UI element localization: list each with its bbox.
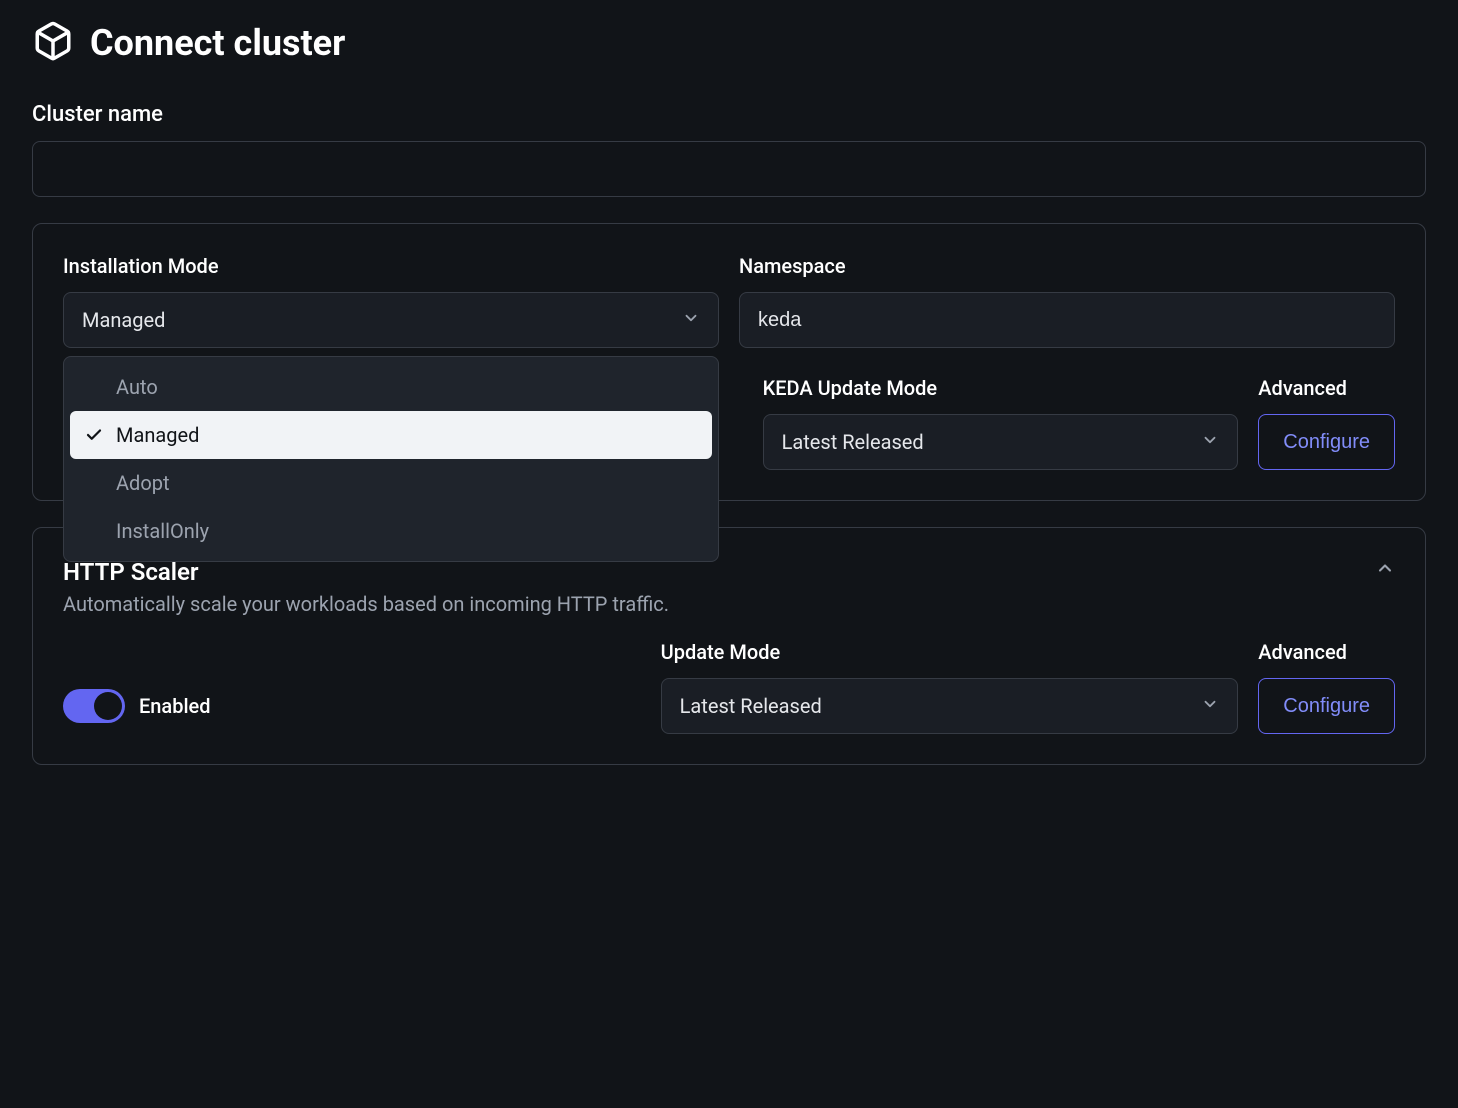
http-scaler-enabled-field: Enabled <box>63 678 641 734</box>
installation-mode-option-managed[interactable]: Managed <box>70 411 712 459</box>
http-configure-button[interactable]: Configure <box>1258 678 1395 734</box>
http-scaler-toggle[interactable] <box>63 689 125 723</box>
http-advanced-field: Advanced Configure <box>1258 640 1395 734</box>
keda-advanced-field: Advanced Configure <box>1258 376 1395 470</box>
http-update-mode-field: Update Mode Latest Released <box>661 640 1239 734</box>
http-update-mode-value: Latest Released <box>680 694 822 718</box>
http-scaler-panel: HTTP Scaler Automatically scale your wor… <box>32 527 1426 765</box>
http-advanced-label: Advanced <box>1258 640 1395 664</box>
chevron-up-icon[interactable] <box>1375 558 1395 582</box>
cluster-name-input[interactable] <box>32 141 1426 197</box>
cluster-name-label: Cluster name <box>32 102 1426 127</box>
cube-icon <box>32 20 74 66</box>
option-label: InstallOnly <box>116 519 209 543</box>
chevron-down-icon <box>1201 694 1219 718</box>
check-icon-placeholder <box>84 521 104 541</box>
cluster-name-field: Cluster name <box>32 102 1426 197</box>
check-icon <box>84 425 104 445</box>
keda-update-mode-select[interactable]: Latest Released <box>763 414 1239 470</box>
option-label: Adopt <box>116 471 170 495</box>
http-update-mode-select[interactable]: Latest Released <box>661 678 1239 734</box>
chevron-down-icon <box>1201 430 1219 454</box>
page-title: Connect cluster <box>90 22 345 64</box>
http-scaler-description: Automatically scale your workloads based… <box>63 592 669 616</box>
keda-configure-button[interactable]: Configure <box>1258 414 1395 470</box>
namespace-field: Namespace <box>739 254 1395 348</box>
keda-update-mode-field: KEDA Update Mode Latest Released <box>763 376 1239 470</box>
toggle-knob <box>94 692 122 720</box>
http-scaler-heading: HTTP Scaler Automatically scale your wor… <box>63 558 669 616</box>
installation-mode-option-installonly[interactable]: InstallOnly <box>70 507 712 555</box>
http-update-mode-label: Update Mode <box>661 640 1239 664</box>
keda-update-mode-label: KEDA Update Mode <box>763 376 1239 400</box>
http-scaler-title: HTTP Scaler <box>63 558 669 586</box>
namespace-input[interactable] <box>739 292 1395 348</box>
installation-mode-option-adopt[interactable]: Adopt <box>70 459 712 507</box>
installation-mode-label: Installation Mode <box>63 254 719 278</box>
namespace-label: Namespace <box>739 254 1395 278</box>
option-label: Managed <box>116 423 199 447</box>
chevron-down-icon <box>682 308 700 332</box>
installation-mode-value: Managed <box>82 308 165 332</box>
installation-panel: Installation Mode Managed Auto <box>32 223 1426 501</box>
check-icon-placeholder <box>84 473 104 493</box>
installation-mode-option-auto[interactable]: Auto <box>70 363 712 411</box>
page-header: Connect cluster <box>32 20 1426 66</box>
installation-mode-field: Installation Mode Managed Auto <box>63 254 719 348</box>
http-scaler-enabled-label: Enabled <box>139 694 211 718</box>
option-label: Auto <box>116 375 158 399</box>
check-icon-placeholder <box>84 377 104 397</box>
installation-mode-select[interactable]: Managed <box>63 292 719 348</box>
installation-mode-dropdown: Auto Managed Adopt InstallOnly <box>63 356 719 562</box>
keda-advanced-label: Advanced <box>1258 376 1395 400</box>
keda-update-mode-value: Latest Released <box>782 430 924 454</box>
